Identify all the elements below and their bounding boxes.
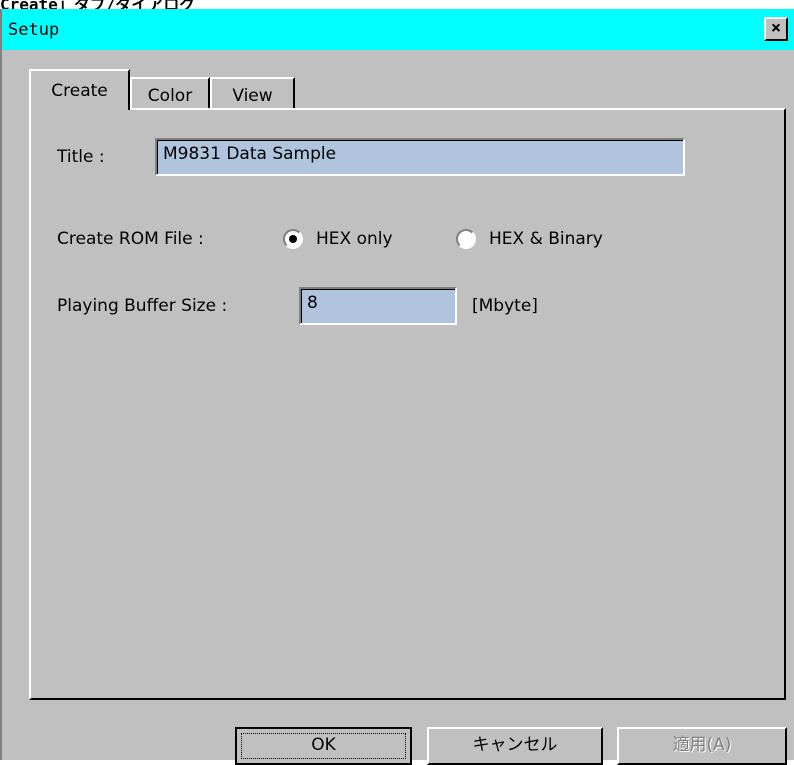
hex-only-radio[interactable] (283, 229, 303, 249)
title-label: Title : (57, 147, 105, 167)
hex-binary-label[interactable]: HEX & Binary (489, 229, 603, 249)
tab-create[interactable]: Create (29, 69, 130, 110)
title-bar[interactable]: Setup × (2, 9, 794, 50)
cancel-button[interactable]: キャンセル (427, 727, 603, 765)
page-header-text: Create」タブ/ダイアログ (0, 0, 195, 9)
close-icon: × (770, 18, 782, 38)
tab-view-label: View (232, 86, 273, 106)
ok-button[interactable]: OK (235, 727, 412, 765)
apply-button: 適用(A) (617, 727, 787, 765)
buffer-size-input[interactable]: 8 (299, 287, 457, 325)
cancel-button-label: キャンセル (472, 735, 558, 755)
tab-color-label: Color (147, 86, 193, 106)
tab-view[interactable]: View (210, 77, 295, 111)
close-button[interactable]: × (764, 17, 788, 41)
buffer-size-label: Playing Buffer Size : (57, 296, 228, 316)
create-tab-panel: Title : M9831 Data Sample Create ROM Fil… (29, 108, 786, 700)
window-title: Setup (8, 20, 60, 40)
tab-create-label: Create (51, 81, 108, 101)
buffer-unit-label: [Mbyte] (472, 296, 538, 316)
title-input[interactable]: M9831 Data Sample (155, 138, 685, 176)
radio-selected-dot (289, 235, 297, 243)
page-header-fragment: Create」タブ/ダイアログ (0, 0, 794, 9)
focus-rect (241, 733, 406, 759)
hex-only-label[interactable]: HEX only (316, 229, 393, 249)
setup-dialog: Setup × Create Color View Title : M9831 … (0, 9, 794, 765)
tab-color[interactable]: Color (130, 77, 210, 111)
create-rom-label: Create ROM File : (57, 229, 204, 249)
apply-button-label: 適用(A) (672, 735, 732, 755)
hex-binary-radio[interactable] (456, 229, 476, 249)
